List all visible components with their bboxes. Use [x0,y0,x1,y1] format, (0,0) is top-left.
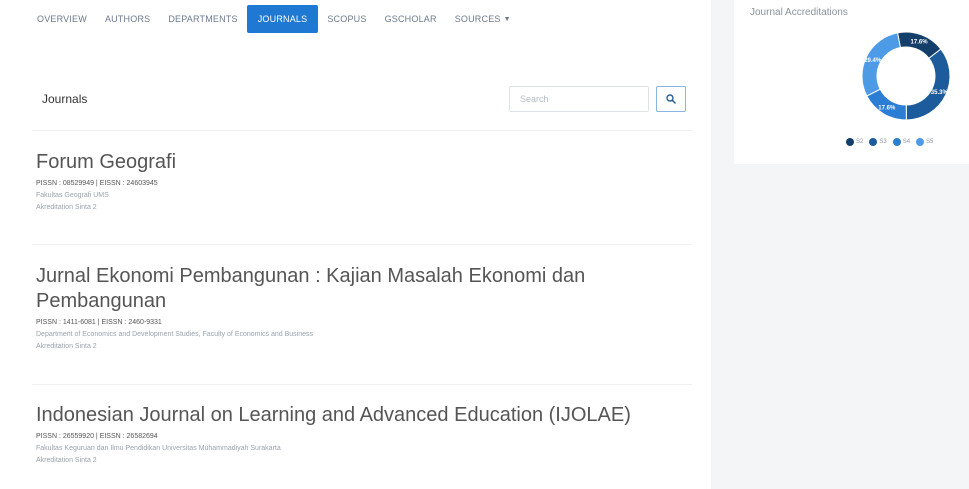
legend-item[interactable]: S3 [869,138,887,146]
top-nav: Overview Authors Departments Journals Sc… [28,4,520,34]
nav-overview-label: Overview [37,14,87,24]
journals-card-title: Journals [42,92,88,106]
legend-swatch [846,138,854,146]
nav-sources-dropdown[interactable]: Sources ▼ [446,5,520,33]
journal-accreditation: Akreditation Sinta 2 [36,457,97,464]
slice-label: 17.6% [878,106,896,112]
journal-department: Fakultas Geografi UMS [36,192,109,199]
caret-down-icon: ▼ [503,16,511,23]
legend-item[interactable]: S5 [916,138,933,146]
legend-swatch [916,138,925,146]
nav-overview[interactable]: Overview [28,5,96,33]
nav-journals[interactable]: Journals [246,5,319,33]
journal-title-link[interactable]: Jurnal Ekonomi Pembangunan : Kajian Masa… [36,264,636,314]
legend-swatch [892,138,901,146]
chart-legend: S2 S3 S4 S5 [846,138,933,146]
journal-item: Jurnal Ekonomi Pembangunan : Kajian Masa… [32,264,692,385]
nav-departments-label: Departments [168,14,238,24]
journal-issn: PISSN : 26559920 | EISSN : 26582694 [36,433,158,440]
main-content: Overview Authors Departments Journals Sc… [0,0,711,489]
nav-journals-label: Journals [257,14,308,24]
journals-card-header: Journals [32,70,692,131]
nav-authors-label: Authors [104,14,151,24]
accreditation-donut-chart: 17.6% 35.3% 17.6% 29.4% [861,31,951,121]
chart-title: Journal Accreditations [750,7,848,18]
journal-issn: PISSN : 08529949 | EISSN : 24603945 [36,180,158,187]
journal-item: Indonesian Journal on Learning and Advan… [32,403,692,489]
journal-department: Fakultas Keguruan dan Ilmu Pendidikan Un… [36,445,281,452]
journal-accreditation: Akreditation Sinta 2 [36,204,97,211]
journal-title-link[interactable]: Indonesian Journal on Learning and Advan… [36,403,636,428]
nav-authors[interactable]: Authors [96,5,159,33]
legend-item[interactable]: S2 [846,138,863,146]
legend-label: S5 [926,139,934,145]
journal-department: Department of Economics and Development … [36,331,314,338]
journal-accreditation: Akreditation Sinta 2 [36,343,97,350]
nav-departments[interactable]: Departments [159,5,246,33]
pie-slice[interactable] [861,32,902,97]
nav-gscholar[interactable]: GScholar [376,5,446,33]
pie-slice[interactable] [905,48,951,121]
legend-item[interactable]: S4 [892,138,911,146]
journal-item: Forum Geografi PISSN : 08529949 | EISSN … [32,150,692,245]
search-input[interactable] [509,86,649,112]
slice-label: 35.3% [931,90,949,96]
search-button[interactable] [656,86,686,112]
nav-sources-label: Sources [454,14,501,24]
nav-scopus[interactable]: Scopus [318,5,375,33]
legend-label: S3 [879,139,887,145]
nav-scopus-label: Scopus [327,14,367,24]
journal-issn: PISSN : 1411-6081 | EISSN : 2460-9331 [36,319,162,326]
journal-title-link[interactable]: Forum Geografi [36,150,636,175]
slice-label: 29.4% [864,58,882,64]
slice-label: 17.6% [911,39,929,45]
search-icon [666,94,676,104]
pie-slice[interactable] [866,88,907,121]
legend-label: S4 [902,139,911,145]
legend-swatch [869,138,878,146]
legend-label: S2 [856,139,864,145]
nav-gscholar-label: GScholar [384,14,437,24]
